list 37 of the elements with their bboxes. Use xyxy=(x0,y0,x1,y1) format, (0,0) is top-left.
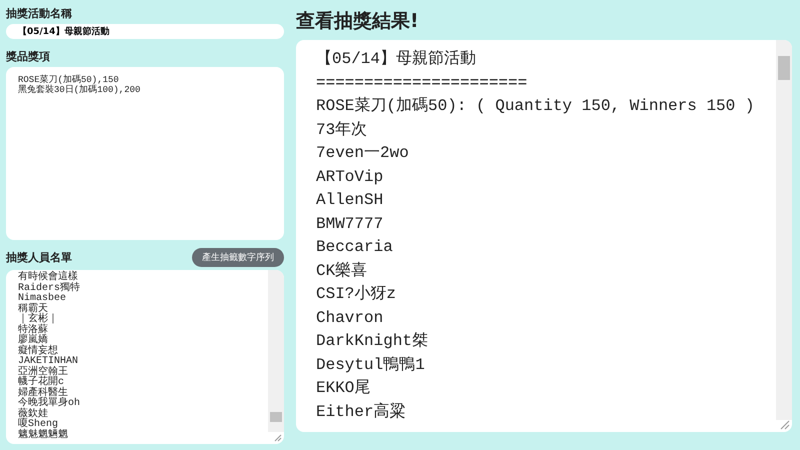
scrollbar-thumb[interactable] xyxy=(270,412,282,422)
results-title: 查看抽獎結果! xyxy=(296,9,420,34)
text-line: 黑兔套裝30日(加碼100),200 xyxy=(18,84,142,95)
resize-grip-icon xyxy=(780,420,790,430)
text-line: Raiders獨特 xyxy=(18,284,82,294)
scrollbar[interactable] xyxy=(268,270,284,432)
text-line: ====================== xyxy=(316,72,528,94)
text-line: CK樂喜 xyxy=(316,260,368,282)
text-area[interactable]: 有時候會這樣 Raiders獨特 Nimasbee 稱霸天 ｜玄彬｜ 特洛蘇 廖嵐嬌 癡情妄想 JAKETINHAN 亞洲空翰王 幭子花開c 婦產科醫生 今晚我單身oh 薇欽娃 嗄Sheng 魑魅魍魎魍 xyxy=(6,270,284,444)
text-line: EKKO尾 xyxy=(316,378,372,399)
text-line: DarkKnight桀 xyxy=(316,331,430,352)
text-line: 【05/14】母親節活動 xyxy=(316,48,478,70)
text-line: 魑魅魍魎魍 xyxy=(18,430,69,442)
scrollbar[interactable] xyxy=(776,40,792,420)
text-area[interactable]: ROSE菜刀(加碼50),150 黑兔套裝30日(加碼100),200 xyxy=(6,66,284,240)
text-line: ARToVip xyxy=(316,166,384,188)
resize-grip-icon xyxy=(274,434,282,442)
text-line: 癡情妄想 xyxy=(18,346,58,357)
field-label: 抽獎活動名稱 xyxy=(6,6,73,21)
text-line: 73年次 xyxy=(316,120,368,140)
text-area[interactable]: 【05/14】母親節活動 ====================== ROSE菜刀(加碼50): ( Quantity 150, Winners 150 ) 73年次 7even一2wo ARToVip AllenSH BMW7777 Beccaria CK樂喜 CSI?小犽z Chavron DarkKnight桀 Desytul鴨鴨1 EKKO尾 Either高粱 xyxy=(296,40,792,432)
text-line: CSI?小犽z xyxy=(316,284,398,305)
text-line: ROSE菜刀(加碼50),150 xyxy=(18,74,120,85)
text-line: Either高粱 xyxy=(316,402,407,422)
input-field[interactable]: 【05/14】母親節活動 xyxy=(6,24,284,39)
text-line: 7even一2wo xyxy=(316,143,410,164)
text-line: BMW7777 xyxy=(316,214,384,234)
text-line: ROSE菜刀(加碼50): ( Quantity 150, Winners 150 ) xyxy=(316,96,756,117)
scrollbar-thumb[interactable] xyxy=(778,56,790,80)
field-label: 抽獎人員名單 xyxy=(6,250,72,266)
text-line: Beccaria xyxy=(316,237,394,258)
text-line: Nimasbee xyxy=(18,294,68,304)
text-line: AllenSH xyxy=(316,190,384,211)
text-line: Chavron xyxy=(316,308,384,328)
field-label: 獎品獎項 xyxy=(6,48,51,64)
text-line: Desytul鴨鴨1 xyxy=(316,354,426,376)
generate-button[interactable]: 產生抽籤數字序列 xyxy=(192,248,284,268)
